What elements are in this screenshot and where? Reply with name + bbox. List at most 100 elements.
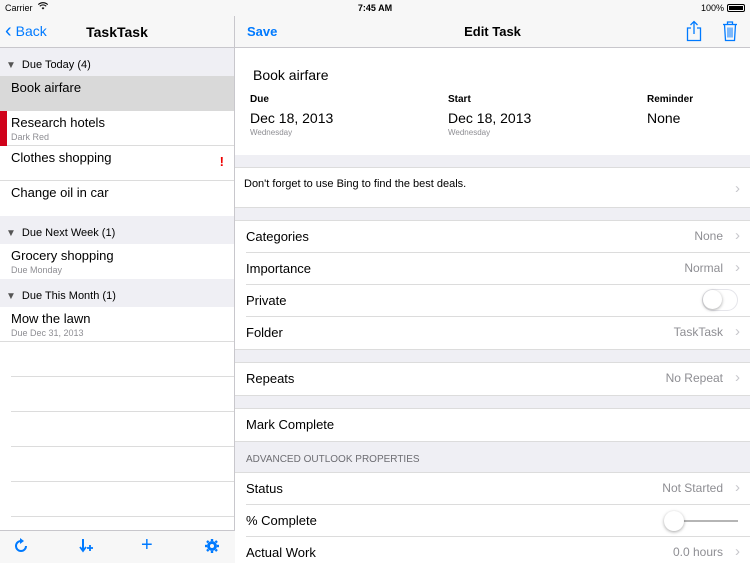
right-nav-bar: Save Edit Task <box>235 16 750 48</box>
section-header-label: Due Next Week (1) <box>21 227 116 239</box>
task-subtitle: Due Dec 31, 2013 <box>11 328 84 338</box>
trash-icon[interactable] <box>722 20 738 47</box>
high-priority-icon: ! <box>219 154 224 169</box>
task-name: Grocery shopping <box>11 248 114 263</box>
reminder-value: None <box>647 110 681 126</box>
task-name: Change oil in car <box>11 185 109 200</box>
left-nav-bar: ‹ Back TaskTask <box>0 16 234 48</box>
chevron-right-icon: › <box>735 479 740 496</box>
triangle-down-icon: ▼ <box>6 291 16 302</box>
empty-row <box>11 342 234 377</box>
importance-label: Importance <box>246 261 312 276</box>
categories-row[interactable]: Categories None › <box>246 221 750 253</box>
start-label: Start <box>448 94 471 105</box>
due-date-field[interactable]: Due Dec 18, 2013 Wednesday <box>250 94 333 137</box>
mark-complete-group: Mark Complete <box>235 408 750 442</box>
task-name: Book airfare <box>11 80 82 95</box>
actual-work-value: 0.0 hours <box>672 545 723 559</box>
category-color-flag <box>0 111 7 146</box>
add-icon[interactable]: + <box>141 535 153 555</box>
task-name: Mow the lawn <box>11 311 91 326</box>
share-icon[interactable] <box>686 20 702 47</box>
left-toolbar: + <box>0 530 235 563</box>
chevron-right-icon: › <box>735 180 740 197</box>
mark-complete-row[interactable]: Mark Complete <box>246 409 750 441</box>
percent-complete-label: % Complete <box>246 513 317 528</box>
importance-row[interactable]: Importance Normal › <box>246 253 750 285</box>
percent-complete-slider[interactable] <box>664 511 738 531</box>
task-row[interactable]: Clothes shopping ! <box>0 146 234 181</box>
folder-value: TaskTask <box>673 325 723 339</box>
chevron-right-icon: › <box>735 369 740 386</box>
reminder-label: Reminder <box>647 94 694 105</box>
empty-row <box>11 447 234 482</box>
categories-value: None <box>694 229 723 243</box>
start-weekday: Wednesday <box>448 128 491 137</box>
status-value: Not Started <box>662 481 723 495</box>
repeats-value: No Repeat <box>665 371 723 385</box>
clock: 7:45 AM <box>357 3 393 13</box>
task-detail-pane: Save Edit Task Book airfare Due Dec 18, … <box>235 16 750 563</box>
section-header-label: Due This Month (1) <box>21 290 116 302</box>
filter-icon[interactable] <box>78 538 94 559</box>
due-value: Dec 18, 2013 <box>250 110 334 126</box>
empty-row <box>11 482 234 517</box>
triangle-down-icon: ▼ <box>6 60 16 71</box>
percent-complete-row: % Complete <box>246 505 750 537</box>
task-name: Clothes shopping <box>11 150 112 165</box>
task-row[interactable]: Book airfare <box>0 76 234 111</box>
advanced-group: Status Not Started › % Complete Actual W… <box>235 472 750 563</box>
actual-work-row[interactable]: Actual Work 0.0 hours › <box>246 537 750 563</box>
toggle-knob <box>703 290 722 309</box>
notes-row[interactable]: Don't forget to use Bing to find the bes… <box>235 167 750 208</box>
start-value: Dec 18, 2013 <box>448 110 532 126</box>
chevron-right-icon: › <box>735 227 740 244</box>
task-title[interactable]: Book airfare <box>253 67 328 83</box>
notes-text: Don't forget to use Bing to find the bes… <box>244 178 467 190</box>
importance-value: Normal <box>684 261 723 275</box>
chevron-right-icon: › <box>735 543 740 560</box>
task-header-card: Book airfare Due Dec 18, 2013 Wednesday … <box>235 48 750 155</box>
folder-label: Folder <box>246 325 283 340</box>
due-weekday: Wednesday <box>250 128 293 137</box>
refresh-icon[interactable] <box>13 538 29 559</box>
list-title: TaskTask <box>86 24 148 40</box>
status-row[interactable]: Status Not Started › <box>246 473 750 505</box>
triangle-down-icon: ▼ <box>6 228 16 239</box>
battery-icon <box>727 4 745 12</box>
task-row[interactable]: Change oil in car <box>0 181 234 216</box>
empty-row <box>11 377 234 412</box>
section-header-due-this-month[interactable]: ▼ Due This Month (1) <box>0 279 234 307</box>
battery-percent: 100% <box>700 3 724 13</box>
task-list-pane: ‹ Back TaskTask ▼ Due Today (4) Book air… <box>0 16 235 563</box>
mark-complete-button[interactable]: Mark Complete <box>246 417 334 432</box>
private-toggle[interactable] <box>702 289 738 311</box>
task-row[interactable]: Research hotels Dark Red <box>0 111 234 146</box>
folder-row[interactable]: Folder TaskTask › <box>246 317 750 349</box>
status-label: Status <box>246 481 283 496</box>
section-header-due-next-week[interactable]: ▼ Due Next Week (1) <box>0 216 234 244</box>
task-row[interactable]: Grocery shopping Due Monday <box>0 244 234 279</box>
chevron-right-icon: › <box>735 259 740 276</box>
task-row[interactable]: Mow the lawn Due Dec 31, 2013 <box>0 307 234 342</box>
categories-label: Categories <box>246 229 309 244</box>
task-name: Research hotels <box>11 115 105 130</box>
task-subtitle: Dark Red <box>11 132 50 142</box>
section-header-due-today[interactable]: ▼ Due Today (4) <box>0 48 234 76</box>
repeat-group: Repeats No Repeat › <box>235 362 750 396</box>
properties-group: Categories None › Importance Normal › Pr… <box>235 220 750 350</box>
repeats-label: Repeats <box>246 371 295 386</box>
status-bar: Carrier 7:45 AM 100% <box>0 0 750 16</box>
settings-icon[interactable] <box>204 538 220 559</box>
start-date-field[interactable]: Start Dec 18, 2013 Wednesday <box>448 94 531 137</box>
private-label: Private <box>246 293 287 308</box>
page-title: Edit Task <box>464 24 521 39</box>
slider-knob[interactable] <box>664 511 684 531</box>
empty-row <box>11 412 234 447</box>
repeats-row[interactable]: Repeats No Repeat › <box>246 363 750 395</box>
advanced-section-header: ADVANCED OUTLOOK PROPERTIES <box>246 454 420 465</box>
actual-work-label: Actual Work <box>246 545 316 560</box>
reminder-field[interactable]: Reminder None <box>647 94 693 126</box>
private-row: Private <box>246 285 750 317</box>
section-header-label: Due Today (4) <box>21 59 91 71</box>
